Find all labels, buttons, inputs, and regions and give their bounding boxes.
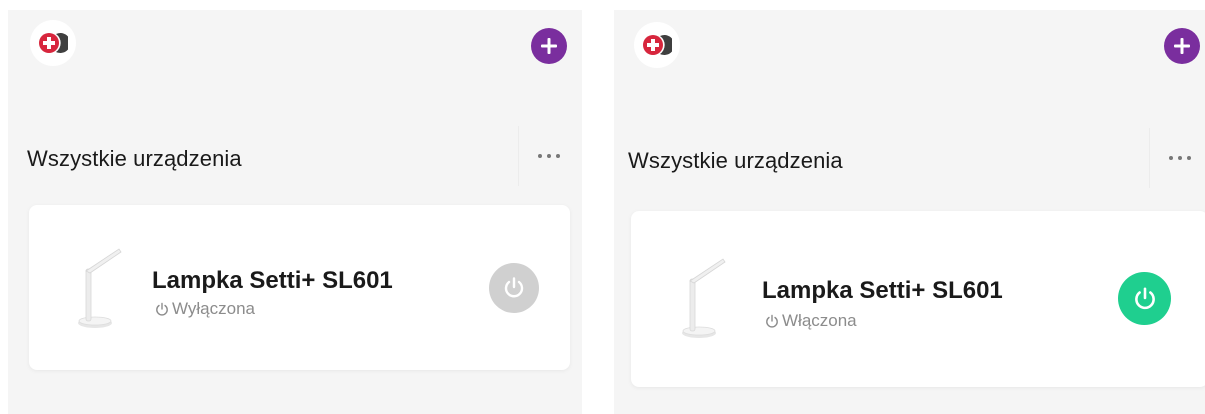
section-title: Wszystkie urządzenia — [27, 146, 242, 171]
device-status: Wyłączona — [154, 299, 255, 319]
desk-lamp-icon — [78, 248, 122, 328]
device-status: Włączona — [764, 311, 857, 331]
more-options-button[interactable] — [518, 126, 578, 186]
device-status-text: Wyłączona — [172, 299, 255, 318]
app-panel-on: Wszystkie urządzenia Lampka Setti+ SL601… — [614, 10, 1205, 414]
plus-icon — [1174, 38, 1190, 54]
power-small-icon — [766, 314, 778, 328]
red-plus-logo-icon — [39, 33, 68, 53]
power-small-icon — [156, 302, 168, 316]
home-logo-button[interactable] — [30, 20, 76, 66]
device-card[interactable]: Lampka Setti+ SL601 Wyłączona — [29, 205, 570, 370]
section-title: Wszystkie urządzenia — [628, 148, 843, 173]
home-logo-button[interactable] — [634, 22, 680, 68]
power-toggle-button[interactable] — [489, 263, 539, 313]
plus-icon — [541, 38, 557, 54]
more-dots-icon — [537, 154, 560, 158]
red-plus-logo-icon — [643, 35, 672, 55]
power-icon — [1134, 286, 1155, 309]
device-name: Lampka Setti+ SL601 — [152, 267, 393, 294]
device-name: Lampka Setti+ SL601 — [762, 277, 1003, 304]
app-panel-off: Wszystkie urządzenia Lampka Setti+ SL601… — [8, 10, 582, 414]
device-status-text: Włączona — [782, 311, 857, 330]
power-icon — [504, 277, 524, 298]
power-toggle-button[interactable] — [1118, 272, 1171, 325]
more-options-button[interactable] — [1149, 128, 1205, 188]
more-dots-icon — [1168, 156, 1191, 160]
add-device-button[interactable] — [531, 28, 567, 64]
comparison-screen: Wszystkie urządzenia Lampka Setti+ SL601… — [0, 0, 1205, 414]
device-card[interactable]: Lampka Setti+ SL601 Włączona — [631, 211, 1205, 387]
add-device-button[interactable] — [1164, 28, 1200, 64]
desk-lamp-icon — [682, 258, 726, 338]
